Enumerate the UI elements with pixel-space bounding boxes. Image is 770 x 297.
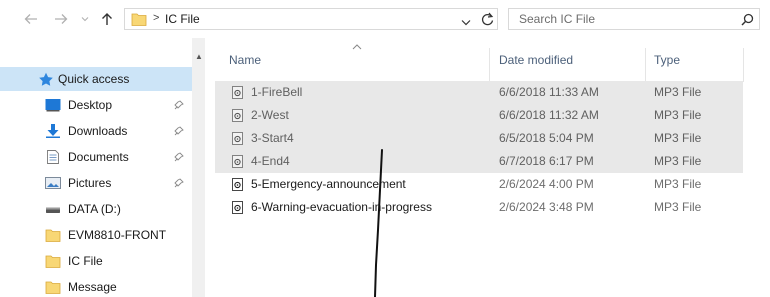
- annotation-line: [374, 149, 383, 297]
